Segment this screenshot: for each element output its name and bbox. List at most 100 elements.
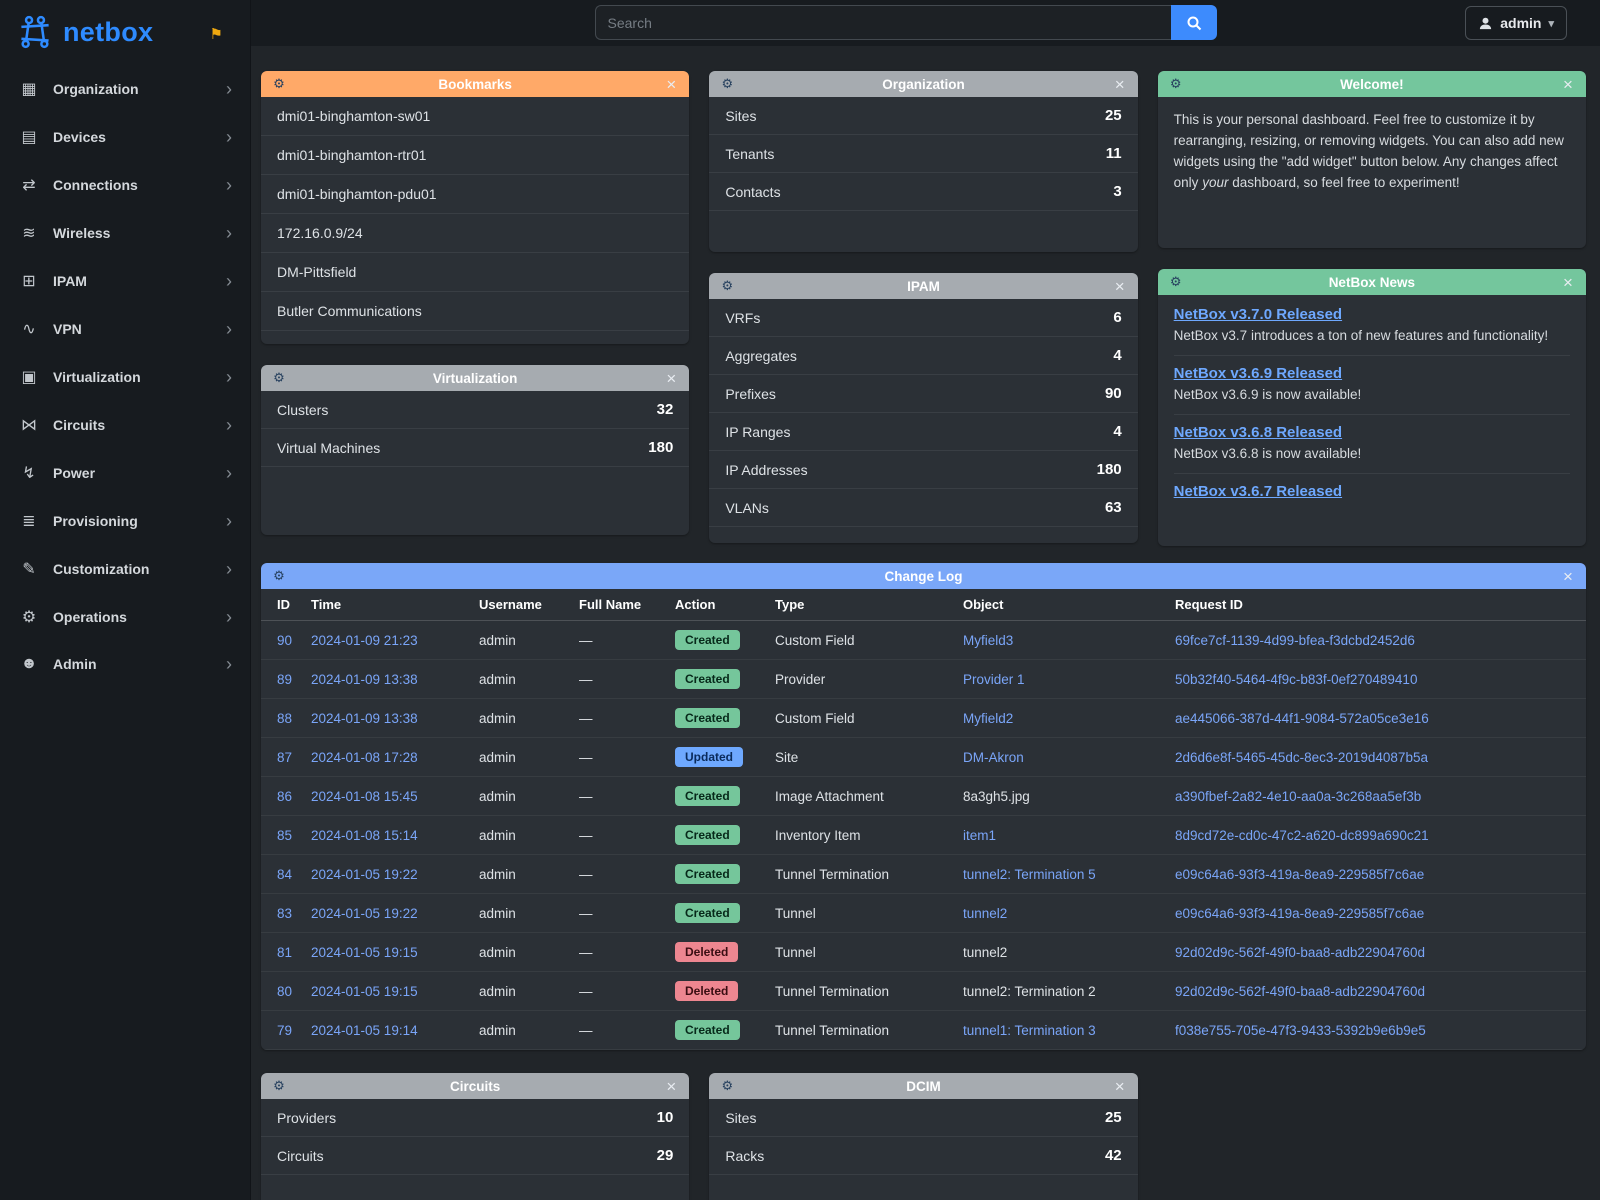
gear-icon[interactable]: ⚙ <box>271 568 287 584</box>
change-id-link[interactable]: 86 <box>277 789 292 804</box>
news-headline-link[interactable]: NetBox v3.6.7 Released <box>1174 483 1342 500</box>
stat-label[interactable]: Providers <box>277 1110 336 1126</box>
change-object[interactable]: tunnel1: Termination 3 <box>963 1023 1096 1038</box>
change-time-link[interactable]: 2024-01-05 19:15 <box>311 984 418 999</box>
stat-label[interactable]: Prefixes <box>725 386 776 402</box>
change-time-link[interactable]: 2024-01-09 13:38 <box>311 672 418 687</box>
logo-row[interactable]: netbox ⚑ <box>0 0 250 65</box>
change-time-link[interactable]: 2024-01-08 15:45 <box>311 789 418 804</box>
gear-icon[interactable]: ⚙ <box>719 278 735 294</box>
close-icon[interactable]: × <box>663 370 679 387</box>
sidebar-item[interactable]: ∿ VPN › <box>0 305 250 353</box>
change-id-link[interactable]: 80 <box>277 984 292 999</box>
change-id-link[interactable]: 85 <box>277 828 292 843</box>
change-id-link[interactable]: 89 <box>277 672 292 687</box>
change-time-link[interactable]: 2024-01-09 21:23 <box>311 633 418 648</box>
change-object[interactable]: tunnel2 <box>963 945 1007 960</box>
sidebar-item[interactable]: ☻ Admin › <box>0 641 250 687</box>
change-object[interactable]: item1 <box>963 828 996 843</box>
request-id-link[interactable]: e09c64a6-93f3-419a-8ea9-229585f7c6ae <box>1175 906 1424 921</box>
change-object[interactable]: tunnel2 <box>963 906 1007 921</box>
change-time-link[interactable]: 2024-01-05 19:15 <box>311 945 418 960</box>
news-headline-link[interactable]: NetBox v3.6.8 Released <box>1174 424 1342 441</box>
stat-label[interactable]: Aggregates <box>725 348 797 364</box>
change-time-link[interactable]: 2024-01-05 19:14 <box>311 1023 418 1038</box>
flag-icon[interactable]: ⚑ <box>210 25 223 43</box>
sidebar-item[interactable]: ↯ Power › <box>0 449 250 497</box>
request-id-link[interactable]: e09c64a6-93f3-419a-8ea9-229585f7c6ae <box>1175 867 1424 882</box>
request-id-link[interactable]: 92d02d9c-562f-49f0-baa8-adb22904760d <box>1175 945 1425 960</box>
gear-icon[interactable]: ⚙ <box>271 370 287 386</box>
gear-icon[interactable]: ⚙ <box>719 1078 735 1094</box>
close-icon[interactable]: × <box>663 1078 679 1095</box>
sidebar-item[interactable]: ▦ Organization › <box>0 65 250 113</box>
close-icon[interactable]: × <box>1560 568 1576 585</box>
change-time-link[interactable]: 2024-01-08 17:28 <box>311 750 418 765</box>
stat-label[interactable]: Tenants <box>725 146 774 162</box>
sidebar-item[interactable]: ▤ Devices › <box>0 113 250 161</box>
close-icon[interactable]: × <box>1112 1078 1128 1095</box>
stat-label[interactable]: VRFs <box>725 310 760 326</box>
stat-label[interactable]: Sites <box>725 1110 756 1126</box>
stat-label[interactable]: IP Ranges <box>725 424 790 440</box>
change-time-link[interactable]: 2024-01-05 19:22 <box>311 906 418 921</box>
change-object[interactable]: Provider 1 <box>963 672 1025 687</box>
change-object[interactable]: Myfield2 <box>963 711 1013 726</box>
user-menu-button[interactable]: admin ▾ <box>1465 6 1567 40</box>
request-id-link[interactable]: 8d9cd72e-cd0c-47c2-a620-dc899a690c21 <box>1175 828 1429 843</box>
bookmark-item[interactable]: 172.16.0.9/24 <box>261 214 689 253</box>
stat-label[interactable]: IP Addresses <box>725 462 807 478</box>
sidebar-item[interactable]: ⋈ Circuits › <box>0 401 250 449</box>
sidebar-item[interactable]: ≣ Provisioning › <box>0 497 250 545</box>
request-id-link[interactable]: ae445066-387d-44f1-9084-572a05ce3e16 <box>1175 711 1429 726</box>
stat-label[interactable]: Clusters <box>277 402 328 418</box>
request-id-link[interactable]: 92d02d9c-562f-49f0-baa8-adb22904760d <box>1175 984 1425 999</box>
change-time-link[interactable]: 2024-01-09 13:38 <box>311 711 418 726</box>
change-id-link[interactable]: 84 <box>277 867 292 882</box>
change-id-link[interactable]: 90 <box>277 633 292 648</box>
close-icon[interactable]: × <box>1560 274 1576 291</box>
stat-label[interactable]: Circuits <box>277 1148 324 1164</box>
stat-label[interactable]: Racks <box>725 1148 764 1164</box>
change-time-link[interactable]: 2024-01-05 19:22 <box>311 867 418 882</box>
gear-icon[interactable]: ⚙ <box>719 76 735 92</box>
stat-label[interactable]: Sites <box>725 108 756 124</box>
sidebar-item[interactable]: ▣ Virtualization › <box>0 353 250 401</box>
sidebar-item[interactable]: ≋ Wireless › <box>0 209 250 257</box>
request-id-link[interactable]: a390fbef-2a82-4e10-aa0a-3c268aa5ef3b <box>1175 789 1421 804</box>
close-icon[interactable]: × <box>1112 76 1128 93</box>
sidebar-item[interactable]: ⇄ Connections › <box>0 161 250 209</box>
change-object[interactable]: tunnel2: Termination 5 <box>963 867 1096 882</box>
gear-icon[interactable]: ⚙ <box>271 1078 287 1094</box>
request-id-link[interactable]: 69fce7cf-1139-4d99-bfea-f3dcbd2452d6 <box>1175 633 1415 648</box>
gear-icon[interactable]: ⚙ <box>1168 274 1184 290</box>
change-object[interactable]: 8a3gh5.jpg <box>963 789 1030 804</box>
change-object[interactable]: Myfield3 <box>963 633 1013 648</box>
request-id-link[interactable]: 50b32f40-5464-4f9c-b83f-0ef270489410 <box>1175 672 1417 687</box>
change-id-link[interactable]: 87 <box>277 750 292 765</box>
request-id-link[interactable]: f038e755-705e-47f3-9433-5392b9e6b9e5 <box>1175 1023 1426 1038</box>
bookmark-item[interactable]: dmi01-binghamton-pdu01 <box>261 175 689 214</box>
change-time-link[interactable]: 2024-01-08 15:14 <box>311 828 418 843</box>
bookmark-item[interactable]: DM-Pittsfield <box>261 253 689 292</box>
stat-label[interactable]: Contacts <box>725 184 780 200</box>
close-icon[interactable]: × <box>663 76 679 93</box>
bookmark-item[interactable]: dmi01-binghamton-rtr01 <box>261 136 689 175</box>
close-icon[interactable]: × <box>1560 76 1576 93</box>
news-headline-link[interactable]: NetBox v3.7.0 Released <box>1174 306 1342 323</box>
news-headline-link[interactable]: NetBox v3.6.9 Released <box>1174 365 1342 382</box>
bookmark-item[interactable]: dmi01-binghamton-sw01 <box>261 97 689 136</box>
change-id-link[interactable]: 83 <box>277 906 292 921</box>
gear-icon[interactable]: ⚙ <box>271 76 287 92</box>
sidebar-item[interactable]: ⚙ Operations › <box>0 593 250 641</box>
gear-icon[interactable]: ⚙ <box>1168 76 1184 92</box>
change-id-link[interactable]: 81 <box>277 945 292 960</box>
sidebar-item[interactable]: ✎ Customization › <box>0 545 250 593</box>
request-id-link[interactable]: 2d6d6e8f-5465-45dc-8ec3-2019d4087b5a <box>1175 750 1428 765</box>
sidebar-item[interactable]: ⊞ IPAM › <box>0 257 250 305</box>
search-input[interactable] <box>595 5 1171 40</box>
search-button[interactable] <box>1171 5 1217 40</box>
change-object[interactable]: DM-Akron <box>963 750 1024 765</box>
stat-label[interactable]: VLANs <box>725 500 769 516</box>
change-object[interactable]: tunnel2: Termination 2 <box>963 984 1096 999</box>
